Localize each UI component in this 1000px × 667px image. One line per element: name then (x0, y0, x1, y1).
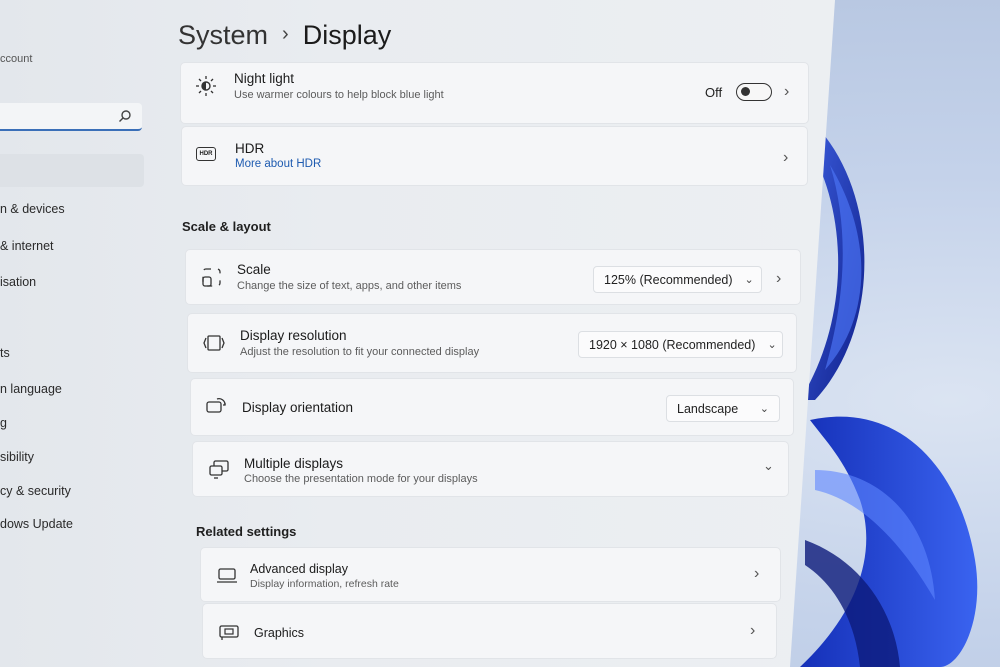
graphics-card[interactable]: Graphics › (202, 603, 777, 659)
scale-subtitle: Change the size of text, apps, and other… (237, 280, 462, 292)
multiple-displays-title: Multiple displays (244, 456, 344, 471)
scale-icon (202, 268, 221, 287)
section-related-settings: Related settings (196, 524, 297, 539)
nav-item-time-language[interactable]: n language (0, 382, 62, 396)
graphics-title: Graphics (254, 626, 305, 640)
nav-item-accounts[interactable]: ts (0, 346, 10, 360)
hdr-link[interactable]: More about HDR (235, 158, 321, 170)
night-light-toggle[interactable] (736, 83, 772, 101)
advanced-display-card[interactable]: Advanced display Display information, re… (200, 547, 781, 602)
hdr-title: HDR (235, 141, 265, 156)
settings-window: ccount n & devices & internet isation ts… (0, 0, 835, 667)
nav-item-windows-update[interactable]: dows Update (0, 517, 73, 531)
chevron-down-icon[interactable]: ⌄ (763, 458, 774, 474)
orientation-title: Display orientation (242, 400, 354, 415)
advanced-display-subtitle: Display information, refresh rate (250, 578, 399, 590)
resolution-title: Display resolution (240, 328, 347, 343)
chevron-right-icon[interactable]: › (754, 565, 759, 583)
multiple-displays-icon (209, 460, 229, 479)
nav-item-devices[interactable]: n & devices (0, 202, 65, 216)
scale-dropdown[interactable]: 125% (Recommended) ⌄ (593, 266, 762, 293)
nav-item-personalisation[interactable]: isation (0, 275, 36, 289)
orientation-dropdown[interactable]: Landscape ⌄ (666, 395, 780, 422)
chevron-down-icon: ⌄ (744, 274, 754, 286)
breadcrumb-separator-icon: › (282, 23, 289, 45)
night-light-title: Night light (234, 71, 295, 86)
graphics-card-icon (219, 625, 239, 640)
toggle-knob (741, 87, 750, 96)
section-scale-layout: Scale & layout (182, 219, 271, 234)
resolution-value: 1920 × 1080 (Recommended) (589, 337, 756, 352)
chevron-down-icon: ⌄ (759, 403, 769, 415)
multiple-displays-subtitle: Choose the presentation mode for your di… (244, 473, 478, 485)
night-light-card[interactable]: Night light Use warmer colours to help b… (180, 62, 809, 124)
chevron-right-icon[interactable]: › (784, 83, 789, 101)
resolution-icon (203, 335, 225, 351)
nav-item-system-selected[interactable] (0, 154, 144, 187)
hdr-card[interactable]: HDR HDR More about HDR › (181, 126, 808, 186)
page-title: Display (302, 20, 392, 50)
resolution-dropdown[interactable]: 1920 × 1080 (Recommended) ⌄ (578, 331, 783, 358)
chevron-right-icon[interactable]: › (783, 149, 788, 167)
orientation-value: Landscape (677, 401, 739, 416)
night-light-icon (196, 76, 216, 96)
search-icon[interactable] (118, 109, 132, 123)
monitor-icon (217, 568, 237, 583)
scale-title: Scale (237, 262, 271, 277)
nav-item-gaming[interactable]: g (0, 416, 7, 430)
resolution-subtitle: Adjust the resolution to fit your connec… (240, 346, 480, 358)
chevron-down-icon: ⌄ (767, 339, 777, 351)
scale-card[interactable]: Scale Change the size of text, apps, and… (185, 249, 801, 305)
advanced-display-title: Advanced display (250, 562, 348, 576)
breadcrumb-parent[interactable]: System (178, 20, 268, 51)
night-light-subtitle: Use warmer colours to help block blue li… (234, 89, 444, 101)
hdr-icon: HDR (196, 147, 216, 161)
chevron-right-icon[interactable]: › (750, 622, 755, 640)
breadcrumb: System › Display (178, 20, 391, 51)
chevron-right-icon[interactable]: › (776, 270, 781, 288)
resolution-card[interactable]: Display resolution Adjust the resolution… (187, 313, 797, 373)
night-light-state: Off (705, 85, 723, 100)
nav-item-privacy-security[interactable]: cy & security (0, 484, 71, 498)
nav-item-network[interactable]: & internet (0, 239, 54, 253)
orientation-icon (206, 398, 226, 413)
search-input[interactable] (0, 103, 142, 131)
multiple-displays-card[interactable]: Multiple displays Choose the presentatio… (192, 441, 789, 497)
nav-item-accessibility[interactable]: sibility (0, 450, 34, 464)
account-label[interactable]: ccount (0, 53, 32, 65)
orientation-card[interactable]: Display orientation Landscape ⌄ (190, 378, 794, 436)
scale-value: 125% (Recommended) (604, 272, 733, 287)
nav-pane: ccount n & devices & internet isation ts… (0, 0, 160, 667)
